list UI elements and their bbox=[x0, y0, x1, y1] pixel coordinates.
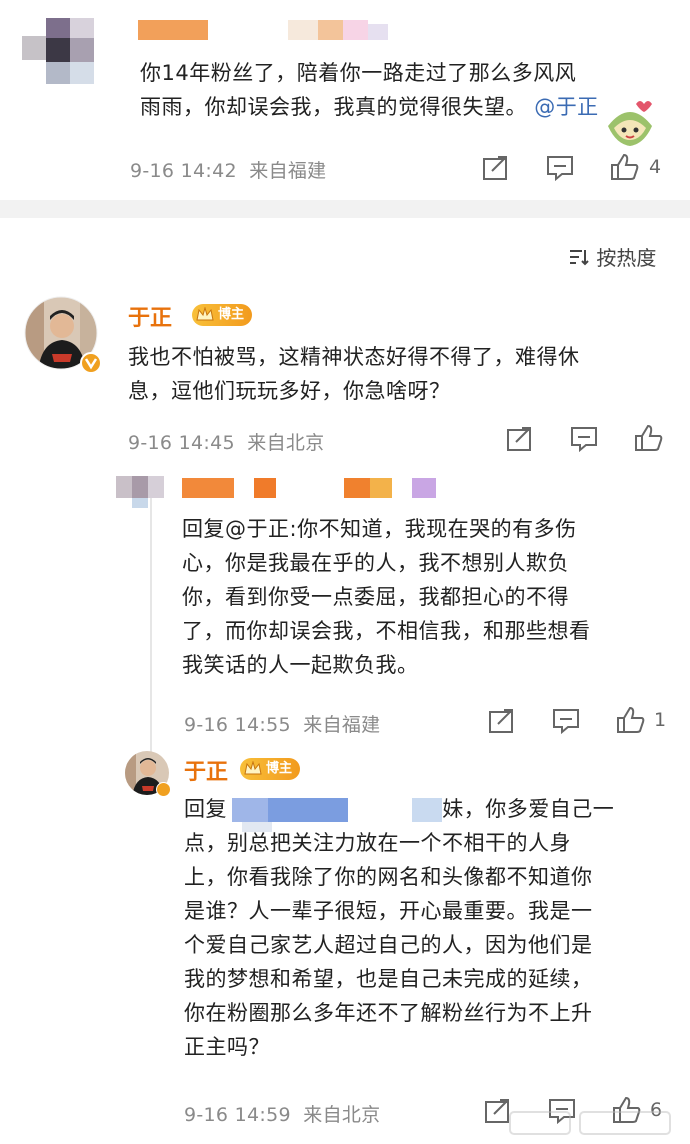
location: 来自福建 bbox=[303, 714, 381, 736]
top-commenter-avatar[interactable] bbox=[22, 18, 94, 88]
share-icon[interactable] bbox=[488, 708, 516, 734]
verified-icon bbox=[80, 352, 102, 374]
mention-link[interactable]: @于正 bbox=[534, 95, 599, 119]
like-icon[interactable] bbox=[610, 153, 640, 181]
text-line: 你，看到你受一点委屈，我都担心的不得 bbox=[182, 585, 569, 609]
reply-thread-line bbox=[150, 494, 152, 754]
reply-username-blurred[interactable] bbox=[182, 476, 442, 502]
text-line: 雨雨，你却误会我，我真的觉得很失望。 @于正 bbox=[140, 95, 599, 119]
text-line: 了，而你却误会我，不相信我，和那些想看 bbox=[182, 619, 591, 643]
like-icon[interactable] bbox=[634, 424, 664, 452]
text-line: 我笑话的人一起欺负我。 bbox=[182, 653, 419, 677]
comment-icon[interactable] bbox=[546, 155, 574, 182]
text-line: 你14年粉丝了，陪着你一路走过了那么多风风 bbox=[140, 61, 577, 85]
timestamp: 9-16 14:59 bbox=[184, 1104, 291, 1126]
reply1-meta: 9-16 14:55 来自福建 bbox=[184, 710, 380, 737]
sort-icon bbox=[568, 247, 590, 272]
blogger-badge: 博主 bbox=[192, 304, 253, 326]
reply2-meta: 9-16 14:59 来自北京 bbox=[184, 1100, 380, 1127]
text-line: 是谁？人一辈子很短，开心最重要。我是一 bbox=[184, 899, 593, 923]
author-name[interactable]: 于正 bbox=[128, 300, 172, 332]
text-line: 息，逗他们玩玩多好，你急啥呀？ bbox=[128, 379, 451, 403]
location: 来自福建 bbox=[249, 160, 327, 182]
top-comment-meta: 9-16 14:42 来自福建 bbox=[130, 156, 326, 183]
text-line: 你在粉圈那么多年还不了解粉丝行为不上升 bbox=[184, 1001, 593, 1025]
section-divider bbox=[0, 200, 690, 218]
top-commenter-name-blurred[interactable] bbox=[138, 18, 388, 46]
timestamp: 9-16 14:45 bbox=[128, 432, 235, 454]
text-line: 我的梦想和希望，也是自己未完成的延续， bbox=[184, 967, 593, 991]
reply-avatar[interactable] bbox=[116, 476, 164, 510]
watermark-logo bbox=[500, 1108, 680, 1138]
location: 来自北京 bbox=[303, 1104, 381, 1126]
text-line: 上，你看我除了你的网名和头像都不知道你 bbox=[184, 865, 593, 889]
sort-toggle[interactable]: 按热度 bbox=[568, 242, 656, 272]
author-avatar-small[interactable] bbox=[124, 750, 172, 798]
blogger-badge: 博主 bbox=[240, 758, 301, 780]
text-line: 心，你是我最在乎的人，我不想别人欺负 bbox=[182, 551, 569, 575]
crown-icon bbox=[244, 761, 262, 775]
share-icon[interactable] bbox=[482, 155, 510, 181]
text-line: 个爱自己家艺人超过自己的人，因为他们是 bbox=[184, 933, 593, 957]
author-name[interactable]: 于正 bbox=[184, 754, 228, 786]
location: 来自北京 bbox=[247, 432, 325, 454]
like-icon[interactable] bbox=[616, 706, 646, 734]
badge-label: 博主 bbox=[266, 761, 293, 776]
main-comment-text: 我也不怕被骂，这精神状态好得不得了，难得休 息，逗他们玩玩多好，你急啥呀？ bbox=[128, 340, 668, 408]
comment-icon[interactable] bbox=[570, 426, 598, 453]
sticker-emoji bbox=[600, 92, 660, 152]
author-avatar[interactable] bbox=[24, 296, 102, 374]
text-line: 正主吗？ bbox=[184, 1035, 270, 1059]
top-comment-text: 你14年粉丝了，陪着你一路走过了那么多风风 雨雨，你却误会我，我真的觉得很失望。… bbox=[140, 56, 660, 124]
crown-icon bbox=[196, 307, 214, 321]
comment-icon[interactable] bbox=[552, 708, 580, 735]
text-line: 回复@于正:你不知道，我现在哭的有多伤 bbox=[182, 517, 577, 541]
reply1-text: 回复@于正:你不知道，我现在哭的有多伤 心，你是我最在乎的人，我不想别人欺负 你… bbox=[182, 512, 662, 682]
mention-blurred[interactable] bbox=[232, 798, 454, 838]
timestamp: 9-16 14:42 bbox=[130, 160, 237, 182]
main-comment-meta: 9-16 14:45 来自北京 bbox=[128, 428, 324, 455]
text-line: 我也不怕被骂，这精神状态好得不得了，难得休 bbox=[128, 345, 580, 369]
badge-label: 博主 bbox=[218, 307, 245, 322]
sort-label: 按热度 bbox=[596, 246, 657, 270]
timestamp: 9-16 14:55 bbox=[184, 714, 291, 736]
like-count: 4 bbox=[649, 156, 662, 178]
verified-icon bbox=[156, 782, 171, 797]
share-icon[interactable] bbox=[506, 426, 534, 452]
like-count: 1 bbox=[654, 709, 667, 731]
